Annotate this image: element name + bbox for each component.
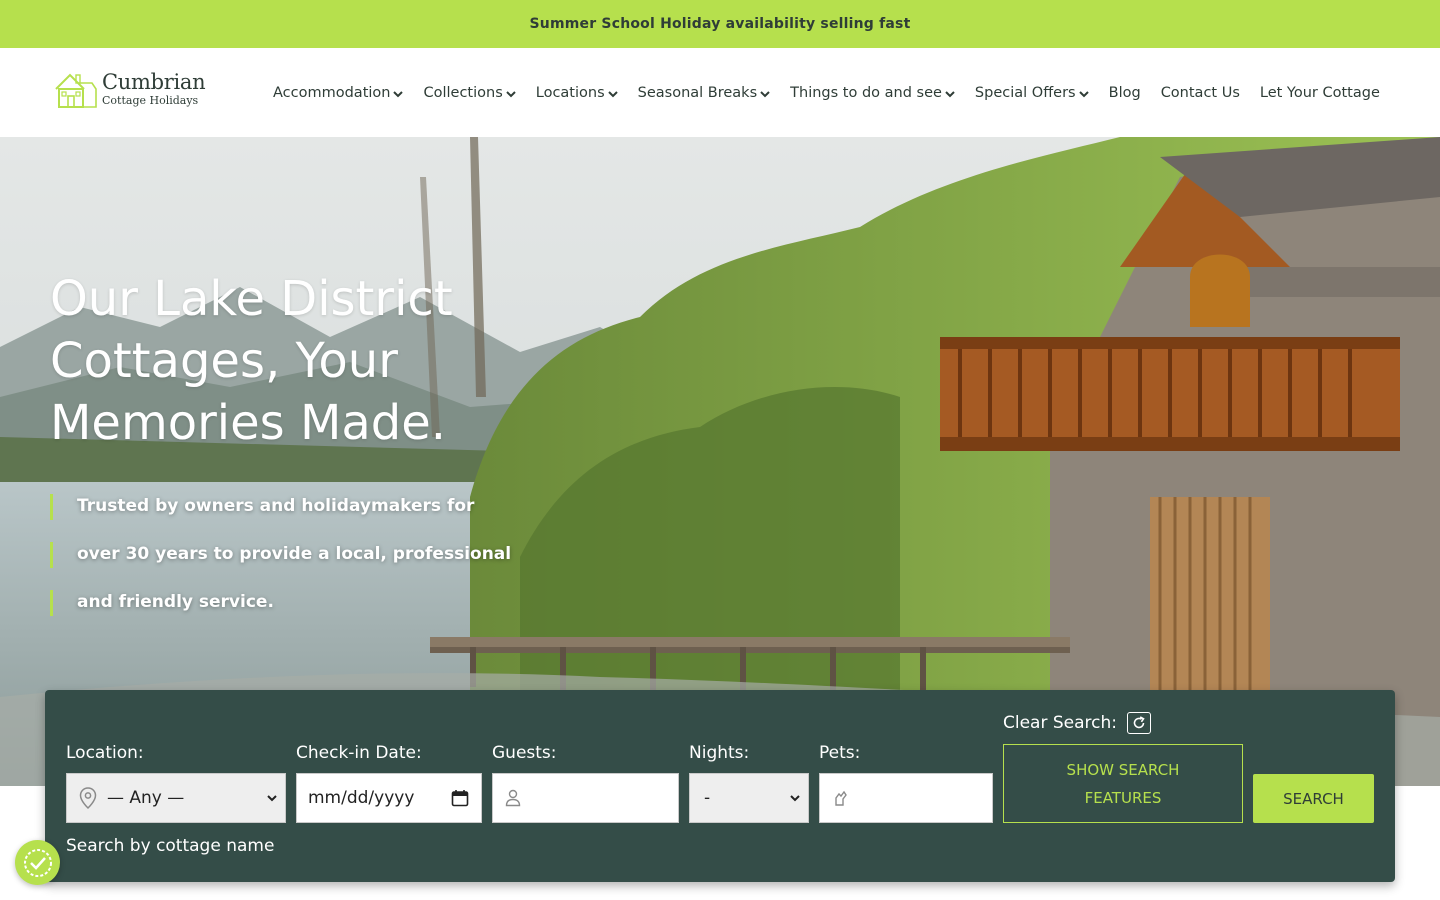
checkin-label: Check-in Date: <box>296 743 422 763</box>
nights-value: - <box>704 788 711 808</box>
nav-item-label: Accommodation <box>273 84 391 101</box>
search-by-cottage-name-link[interactable]: Search by cottage name <box>66 836 274 856</box>
clear-search[interactable]: Clear Search: <box>1003 712 1151 734</box>
nav-item-label: Let Your Cottage <box>1259 84 1380 101</box>
chevron-down-icon <box>506 90 516 97</box>
nav-item-label: Blog <box>1108 84 1141 101</box>
main-nav: Accommodation Collections Locations Seas… <box>273 48 1380 137</box>
nav-item-label: Things to do and see <box>790 84 942 101</box>
nav-item-label: Locations <box>535 84 605 101</box>
show-search-features-label: SHOW SEARCH FEATURES <box>1066 760 1180 807</box>
site-header: Cumbrian Cottage Holidays Accommodation … <box>0 48 1440 137</box>
nav-item-label: Special Offers <box>974 84 1076 101</box>
nights-select[interactable]: - <box>689 773 809 823</box>
show-search-features-button[interactable]: SHOW SEARCH FEATURES <box>1003 744 1243 823</box>
search-button[interactable]: SEARCH <box>1253 774 1374 823</box>
hero-subtitle-line: Trusted by owners and holidaymakers for <box>50 482 570 530</box>
chevron-down-icon <box>607 90 618 97</box>
cookie-consent-icon <box>23 848 52 877</box>
refresh-icon[interactable] <box>1127 712 1151 734</box>
nav-item-let-your-cottage[interactable]: Let Your Cottage <box>1260 85 1380 101</box>
logo-main-text: Cumbrian <box>102 70 206 94</box>
pets-input[interactable] <box>819 773 993 823</box>
guests-label: Guests: <box>492 743 557 763</box>
checkin-placeholder: mm/dd/yyyy <box>308 788 415 808</box>
search-panel: Location: — Any — Check-in Date: mm/dd/y… <box>45 690 1395 882</box>
nav-item-contact-us[interactable]: Contact Us <box>1161 85 1240 101</box>
nav-item-blog[interactable]: Blog <box>1109 85 1141 101</box>
clear-search-label: Clear Search: <box>1003 713 1117 733</box>
hero-subtitle-line: over 30 years to provide a local, profes… <box>50 530 570 578</box>
person-icon <box>505 789 521 807</box>
nav-item-label: Collections <box>423 84 503 101</box>
chevron-down-icon <box>945 90 955 97</box>
nights-label: Nights: <box>689 743 750 763</box>
cottage-logo-icon <box>55 73 97 108</box>
nav-item-seasonal-breaks[interactable]: Seasonal Breaks <box>638 85 771 101</box>
nav-item-label: Seasonal Breaks <box>637 84 758 101</box>
hero-subtitle-line: and friendly service. <box>50 578 570 626</box>
location-label: Location: <box>66 743 144 763</box>
location-select[interactable]: — Any — <box>66 773 286 823</box>
calendar-icon <box>451 790 469 807</box>
checkin-date-input[interactable]: mm/dd/yyyy <box>296 773 482 823</box>
chevron-down-icon <box>790 795 800 802</box>
logo-sub-text: Cottage Holidays <box>102 94 199 107</box>
nav-item-special-offers[interactable]: Special Offers <box>975 85 1089 101</box>
nav-item-collections[interactable]: Collections <box>423 84 516 101</box>
nav-item-label: Contact Us <box>1160 84 1240 101</box>
chevron-down-icon <box>1078 90 1089 97</box>
location-value: — Any — <box>107 788 185 808</box>
hero-banner: Our Lake District Cottages, Your Memorie… <box>0 137 1440 786</box>
hero-subtitle: Trusted by owners and holidaymakers for … <box>50 482 570 626</box>
cookie-consent-button[interactable] <box>15 840 60 885</box>
guests-input[interactable] <box>492 773 679 823</box>
nav-item-accommodation[interactable]: Accommodation <box>273 84 404 101</box>
pets-label: Pets: <box>819 743 861 763</box>
nav-item-things-to-do[interactable]: Things to do and see <box>790 85 955 101</box>
hero-title: Our Lake District Cottages, Your Memorie… <box>50 271 453 451</box>
site-logo[interactable]: Cumbrian Cottage Holidays <box>52 66 212 112</box>
hero-landscape-image <box>0 137 1440 786</box>
chevron-down-icon <box>267 795 277 802</box>
nav-item-locations[interactable]: Locations <box>536 85 618 101</box>
paw-icon <box>835 790 847 806</box>
announcement-text: Summer School Holiday availability selli… <box>529 16 911 32</box>
chevron-down-icon <box>393 90 404 97</box>
chevron-down-icon <box>760 90 770 97</box>
search-button-label: SEARCH <box>1283 789 1344 808</box>
announcement-bar: Summer School Holiday availability selli… <box>0 0 1440 48</box>
map-pin-icon <box>79 787 97 809</box>
